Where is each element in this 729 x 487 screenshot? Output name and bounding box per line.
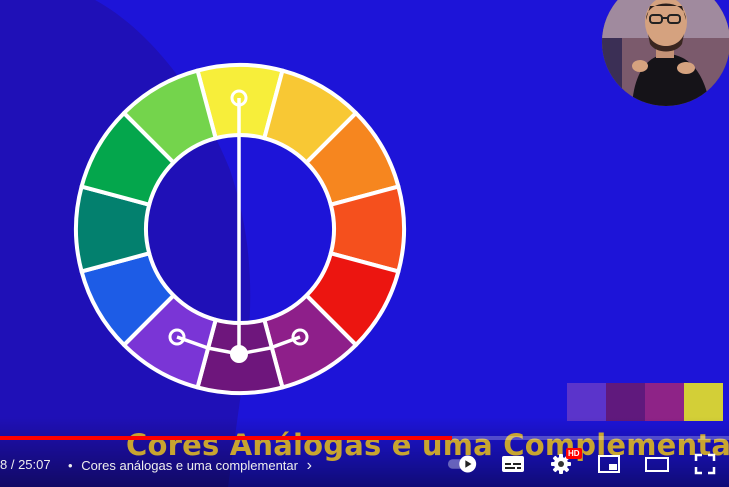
subtitles-icon: [502, 456, 524, 472]
base-color-marker: [230, 345, 248, 363]
swatch-analogous-left: [567, 383, 606, 421]
swatch-strip: [567, 383, 723, 421]
miniplayer-icon: [598, 455, 620, 473]
progress-bar[interactable]: [0, 436, 729, 440]
fullscreen-button[interactable]: [689, 448, 721, 480]
chevron-right-icon: ›: [306, 457, 312, 474]
miniplayer-button[interactable]: [593, 448, 625, 480]
swatch-base: [606, 383, 645, 421]
hd-badge: HD: [566, 448, 582, 459]
autoplay-toggle-icon: [447, 455, 477, 473]
swatch-complementary: [684, 383, 723, 421]
fullscreen-icon: [694, 453, 716, 475]
chapter-separator: •: [68, 458, 73, 473]
progress-played: [0, 436, 452, 440]
theater-mode-icon: [645, 457, 669, 472]
time-display: 8 / 25:07: [0, 457, 51, 472]
theater-mode-button[interactable]: [641, 448, 673, 480]
swatch-analogous-right: [645, 383, 684, 421]
player-controls: 8 / 25:07 • Cores análogas e uma complem…: [0, 446, 729, 482]
subtitles-button[interactable]: [497, 448, 529, 480]
chapter-button[interactable]: • Cores análogas e uma complementar ›: [68, 457, 312, 475]
video-player[interactable]: Cores Análogas e uma Complementar 8 / 25…: [0, 0, 729, 487]
chapter-title: Cores análogas e uma complementar: [81, 458, 298, 473]
autoplay-toggle[interactable]: [447, 448, 479, 480]
